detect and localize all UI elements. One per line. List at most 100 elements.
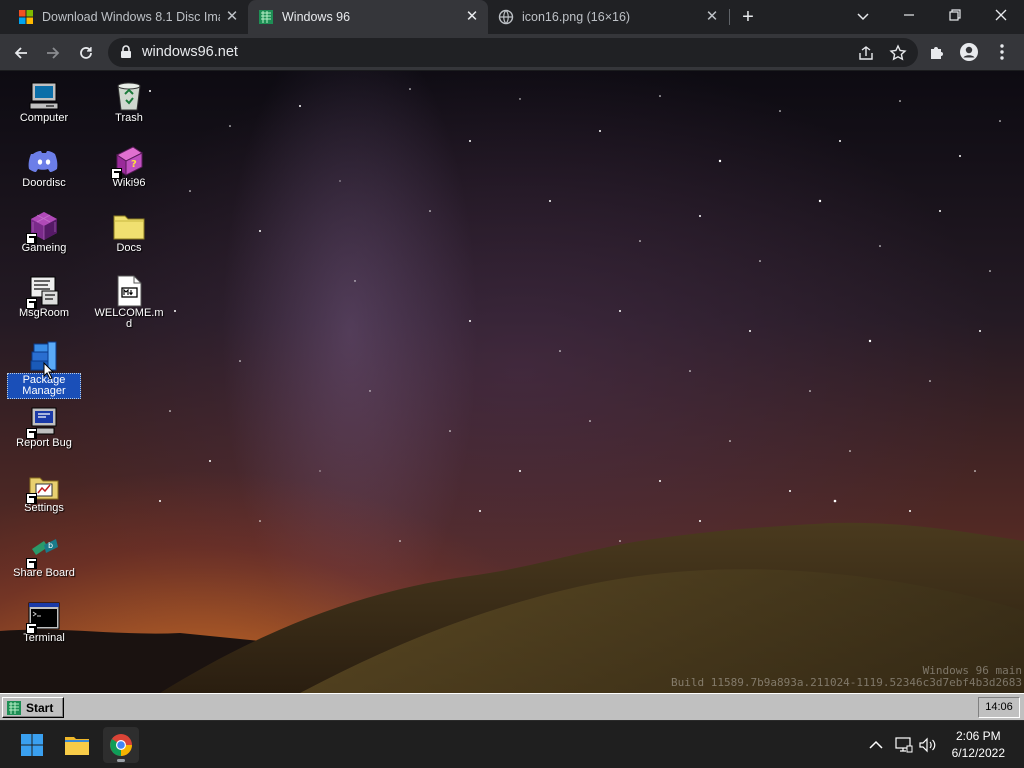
close-window-button[interactable] — [978, 0, 1024, 34]
windows96-icon — [259, 10, 273, 24]
mouse-cursor-icon — [43, 362, 55, 380]
tab-label: Download Windows 8.1 Disc Image — [42, 10, 220, 24]
tab-search-button[interactable] — [840, 0, 886, 34]
address-bar[interactable]: windows96.net — [108, 38, 918, 67]
desktop-icon-settings[interactable]: Settings — [7, 470, 81, 514]
w96-desktop[interactable]: Windows 96 main Build 11589.7b9a893a.211… — [0, 71, 1024, 693]
reload-button[interactable] — [73, 40, 99, 66]
icon-label: Share Board — [13, 567, 75, 579]
desktop-icon-wiki96[interactable]: ? Wiki96 — [92, 145, 166, 189]
icon-label: Docs — [116, 242, 142, 254]
new-tab-button[interactable]: + — [737, 6, 759, 28]
tray-network[interactable] — [894, 735, 914, 755]
computer-icon — [28, 80, 60, 112]
svg-text:b: b — [48, 541, 53, 550]
start-button[interactable]: Start — [2, 697, 64, 718]
discord-icon — [28, 145, 60, 177]
svg-text:?: ? — [131, 159, 137, 170]
menu-button[interactable] — [992, 42, 1012, 62]
restore-icon — [949, 9, 961, 21]
icon-label: Terminal — [23, 632, 65, 644]
build-line-2: Build 11589.7b9a893a.211024-1119.52346c3… — [671, 676, 1022, 689]
reload-icon — [80, 47, 92, 59]
desktop-icon-doordisc[interactable]: Doordisc — [7, 145, 81, 189]
desktop-icon-computer[interactable]: Computer — [7, 80, 81, 124]
browser-tab-bar: Download Windows 8.1 Disc Image ✕ Window… — [0, 0, 1024, 34]
tab-download-windows[interactable]: Download Windows 8.1 Disc Image ✕ — [8, 0, 248, 34]
taskbar-chrome[interactable] — [103, 727, 139, 763]
desktop-icon-trash[interactable]: Trash — [92, 80, 166, 124]
extensions-button[interactable] — [927, 42, 947, 62]
chevron-down-icon — [857, 13, 869, 21]
desktop-icon-welcome-md[interactable]: WELCOME.md — [92, 275, 166, 330]
volume-icon — [919, 737, 936, 753]
close-tab-icon[interactable]: ✕ — [704, 9, 720, 25]
tab-label: icon16.png (16×16) — [522, 10, 631, 24]
desktop-icon-terminal[interactable]: Terminal — [7, 600, 81, 644]
restore-button[interactable] — [932, 0, 978, 34]
package-icon — [28, 340, 60, 380]
tab-label: Windows 96 — [282, 10, 351, 24]
os-clock-date: 6/12/2022 — [951, 746, 1005, 760]
close-tab-icon[interactable]: ✕ — [464, 9, 480, 25]
tab-windows-96[interactable]: Windows 96 ✕ — [248, 0, 488, 34]
shortcut-arrow-icon — [26, 493, 37, 504]
trash-icon — [113, 80, 145, 112]
icon-label: WELCOME.md — [94, 307, 164, 330]
desktop-icon-msgroom[interactable]: MsgRoom — [7, 275, 81, 319]
tray-overflow-button[interactable] — [866, 735, 886, 755]
shortcut-arrow-icon — [26, 298, 37, 309]
profile-icon — [960, 43, 978, 61]
puzzle-icon — [931, 47, 943, 59]
desktop-icon-report-bug[interactable]: Report Bug — [7, 405, 81, 449]
book-icon: ? — [111, 145, 145, 179]
browser-toolbar: windows96.net — [0, 34, 1024, 71]
start-label: Start — [26, 700, 54, 715]
arrow-left-icon — [14, 47, 27, 59]
icon-label: Settings — [24, 502, 64, 514]
shortcut-arrow-icon — [26, 558, 37, 569]
markdown-file-icon — [113, 275, 145, 307]
forward-button[interactable] — [40, 40, 66, 66]
url-text[interactable]: windows96.net — [142, 44, 238, 60]
os-clock-time: 2:06 PM — [955, 729, 1001, 743]
build-info: Windows 96 main Build 11589.7b9a893a.211… — [671, 665, 1022, 689]
chrome-icon — [110, 734, 132, 756]
icon-label: Doordisc — [22, 177, 66, 189]
tab-icon16[interactable]: icon16.png (16×16) ✕ — [488, 0, 728, 34]
os-clock[interactable]: 2:06 PM 6/12/2022 — [952, 728, 1005, 762]
desktop-icon-package-manager[interactable]: Package Manager — [7, 340, 81, 399]
desktop-icon-share-board[interactable]: b Share Board — [7, 535, 81, 579]
desktop-icon-docs[interactable]: Docs — [92, 210, 166, 254]
shortcut-arrow-icon — [26, 623, 37, 634]
close-tab-icon[interactable]: ✕ — [224, 9, 240, 25]
desktop-icon-gameing[interactable]: Gameing — [7, 210, 81, 254]
share-icon[interactable] — [857, 44, 875, 62]
settings-icon — [26, 470, 60, 504]
os-start-button[interactable] — [14, 727, 50, 763]
taskbar-file-explorer[interactable] — [59, 727, 95, 763]
icon-label: MsgRoom — [18, 307, 70, 319]
terminal-icon — [26, 600, 60, 634]
lock-icon[interactable] — [120, 45, 132, 59]
icon-label: Report Bug — [16, 437, 72, 449]
share-board-icon: b — [26, 535, 60, 569]
windows-logo-icon — [19, 10, 33, 24]
back-button[interactable] — [8, 40, 34, 66]
chat-icon — [26, 275, 60, 309]
star-icon[interactable] — [889, 44, 907, 62]
w96-clock[interactable]: 14:06 — [978, 697, 1020, 718]
tray-volume[interactable] — [918, 735, 938, 755]
arrow-right-icon — [47, 47, 60, 59]
shortcut-arrow-icon — [26, 233, 37, 244]
icon-label: Wiki96 — [112, 177, 146, 189]
profile-button[interactable] — [959, 42, 979, 62]
w96-taskbar: Start 14:06 — [0, 693, 1024, 720]
minimize-button[interactable] — [886, 0, 932, 34]
more-vertical-icon — [1000, 44, 1004, 60]
cube-icon — [26, 210, 60, 244]
windows-start-icon — [21, 734, 43, 756]
shortcut-arrow-icon — [26, 428, 37, 439]
globe-icon — [498, 9, 514, 25]
network-icon — [895, 737, 913, 753]
